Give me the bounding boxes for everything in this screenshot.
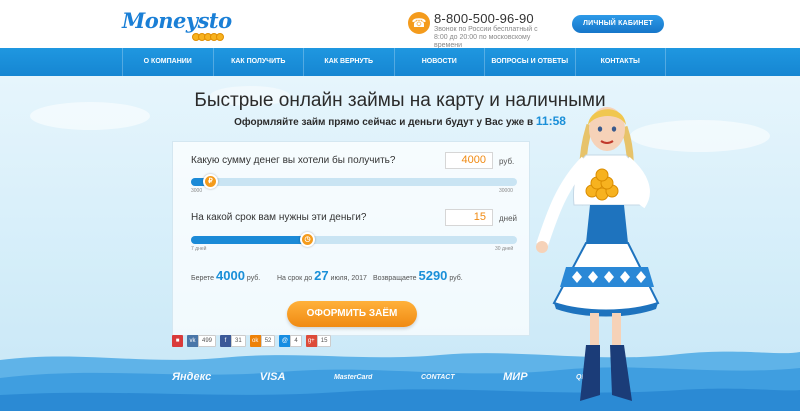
until-label: На срок до	[277, 275, 313, 282]
coins-icon	[192, 28, 232, 41]
nav-item-how-to-get[interactable]: КАК ПОЛУЧИТЬ	[212, 48, 304, 76]
hero-title: Быстрые онлайн займы на карту и наличным…	[194, 90, 606, 111]
nav-item-news[interactable]: НОВОСТИ	[393, 48, 485, 76]
amount-question: Какую сумму денег вы хотели бы получить?	[191, 155, 396, 166]
header: Moneysto ☎ 8-800-500-96-90 Звонок по Рос…	[0, 0, 800, 49]
mastercard-logo: MasterCard	[333, 373, 373, 381]
term-slider-handle[interactable]: ◷	[300, 232, 315, 247]
phone-icon: ☎	[408, 12, 430, 34]
take-label: Берете	[191, 275, 215, 282]
mascot-girl-illustration	[536, 107, 660, 401]
mir-logo: МИР	[503, 371, 528, 383]
nav-item-contacts[interactable]: КОНТАКТЫ	[574, 48, 666, 76]
amount-max-label: 30000	[499, 188, 513, 194]
term-max-label: 30 дней	[495, 246, 514, 252]
summary-until: На срок до 27 июля, 2017	[277, 268, 367, 283]
until-rest: июля, 2017	[330, 275, 367, 282]
personal-cabinet-button[interactable]: ЛИЧНЫЙ КАБИНЕТ	[572, 15, 664, 33]
visa-logo: VISA	[259, 371, 286, 383]
contact-logo: CONTACT	[420, 373, 455, 381]
amount-unit: руб.	[499, 157, 515, 166]
yandex-logo: Яндекс	[172, 371, 212, 383]
return-label: Возвращаете	[373, 275, 417, 282]
take-value: 4000	[216, 268, 245, 283]
phone-note: Звонок по России бесплатный с 8:00 до 20…	[434, 26, 538, 49]
hero-subtitle: Оформляйте займ прямо сейчас и деньги бу…	[0, 114, 800, 128]
nav-item-about[interactable]: О КОМПАНИИ	[122, 48, 213, 76]
phone-number[interactable]: 8-800-500-96-90	[434, 11, 534, 26]
term-slider[interactable]: ◷	[191, 232, 517, 247]
amount-input[interactable]: 4000	[445, 152, 493, 169]
summary-take: Берете 4000 руб.	[191, 268, 260, 283]
term-slider-fill	[191, 236, 308, 244]
return-unit: руб.	[449, 275, 463, 282]
term-input[interactable]: 15	[445, 209, 493, 226]
term-question: На какой срок вам нужны эти деньги?	[191, 212, 367, 223]
amount-slider[interactable]: ₽	[191, 174, 517, 189]
nav-item-how-to-return[interactable]: КАК ВЕРНУТЬ	[303, 48, 394, 76]
term-min-label: 7 дней	[191, 246, 207, 252]
nav-item-faq[interactable]: ВОПРОСЫ И ОТВЕТЫ	[484, 48, 575, 76]
moneysto-logo[interactable]: Moneysto	[122, 6, 232, 42]
summary-return: Возвращаете 5290 руб.	[373, 268, 463, 283]
hero-subtitle-text: Оформляйте займ прямо сейчас и деньги бу…	[234, 117, 534, 128]
amount-min-label: 3000	[191, 188, 203, 194]
apply-loan-button[interactable]: ОФОРМИТЬ ЗАЁМ	[287, 301, 417, 327]
amount-slider-handle[interactable]: ₽	[203, 174, 218, 189]
return-value: 5290	[418, 268, 448, 283]
main-nav: О КОМПАНИИ КАК ПОЛУЧИТЬ КАК ВЕРНУТЬ НОВО…	[0, 48, 800, 76]
take-unit: руб.	[246, 275, 261, 282]
until-day: 27	[314, 268, 329, 283]
term-unit: дней	[499, 214, 518, 223]
